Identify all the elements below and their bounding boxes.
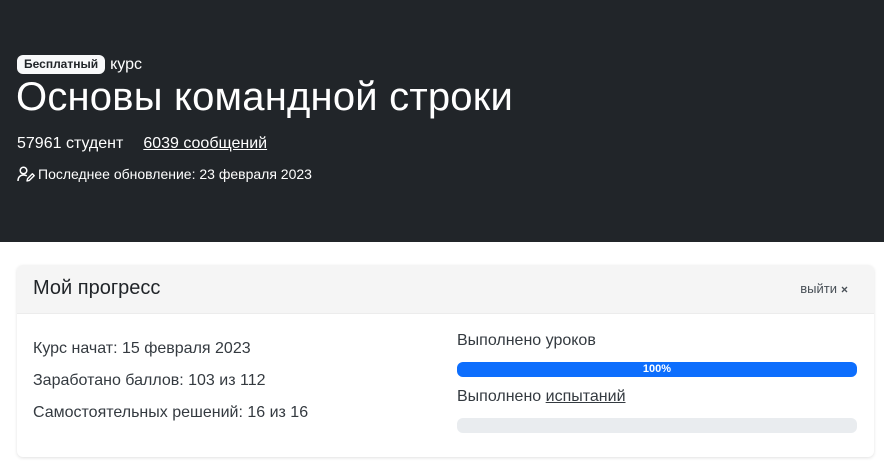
user-edit-icon [17,166,35,182]
lessons-label: Выполнено уроков [457,332,596,349]
course-type-row: Бесплатный курс [17,55,142,74]
course-started: Курс начат: 15 февраля 2023 [33,340,251,357]
exit-button[interactable]: выйти [800,281,848,296]
points-earned: Заработано баллов: 103 из 112 [33,372,266,389]
progress-card-header: Мой прогресс выйти [17,265,874,314]
lessons-progress-fill: 100% [457,362,857,377]
last-update-text: Последнее обновление: 23 февраля 2023 [38,166,312,182]
progress-card-body: Курс начат: 15 февраля 2023 Заработано б… [17,314,874,457]
course-type-label: курс [110,55,143,73]
solutions-count: Самостоятельных решений: 16 из 16 [33,404,309,421]
exit-label: выйти [800,281,837,296]
free-badge: Бесплатный [17,55,106,74]
close-icon [841,281,848,296]
lessons-progress-bar: 100% [457,362,857,377]
challenges-label-prefix: Выполнено [457,388,546,405]
progress-card: Мой прогресс выйти Курс начат: 15 феврал… [17,265,874,457]
challenges-progress-bar [457,418,857,433]
course-title: Основы командной строки [16,75,513,119]
course-stats: 57961 студент 6039 сообщений [17,135,267,153]
last-update: Последнее обновление: 23 февраля 2023 [17,166,312,182]
progress-title: Мой прогресс [33,277,161,299]
challenges-link[interactable]: испытаний [546,388,626,405]
messages-link[interactable]: 6039 сообщений [143,135,267,153]
course-hero: Бесплатный курс Основы командной строки … [0,0,884,242]
students-count: 57961 студент [17,135,124,152]
challenges-label: Выполнено испытаний [457,388,626,406]
